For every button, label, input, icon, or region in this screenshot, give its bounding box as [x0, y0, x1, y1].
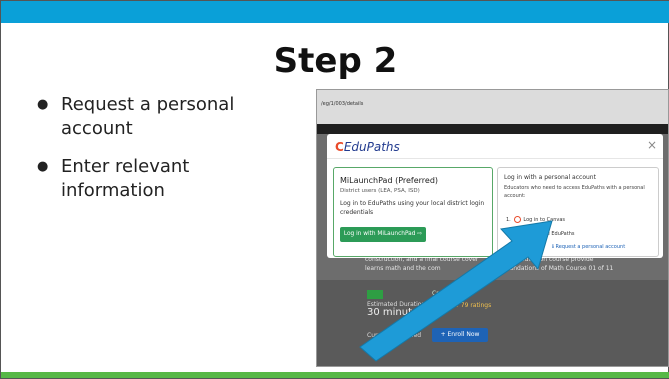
- check-badge-icon: [367, 290, 383, 299]
- edupaths-logo-icon: C: [335, 140, 344, 154]
- duration-value: 30 minutes: [367, 307, 424, 318]
- url-bar[interactable]: /eg/1/003/details: [321, 101, 363, 107]
- top-accent-bar: [1, 1, 669, 23]
- milaunchpad-heading: MiLaunchPad (Preferred): [340, 176, 439, 185]
- browser-chrome: /eg/1/003/details: [317, 90, 668, 124]
- milaunchpad-card: MiLaunchPad (Preferred) District users (…: [333, 167, 493, 257]
- option-login-canvas[interactable]: 1. Log in to Canvas: [506, 216, 565, 223]
- plus-icon: +: [440, 331, 448, 338]
- enrolled-label: Currently Enrolled: [367, 332, 422, 339]
- embedded-screenshot: /eg/1/003/details construction, and a fi…: [316, 89, 669, 367]
- close-icon[interactable]: ×: [647, 138, 657, 152]
- slide: Step 2 Request a personal account Enter …: [0, 0, 669, 379]
- ratings: ★★★★★ 79 ratings: [432, 302, 492, 309]
- bullet-item: Request a personal account: [37, 93, 287, 141]
- edupaths-icon: C: [512, 231, 517, 237]
- course-info-card: Estimated Duration 30 minutes Credit Eli…: [317, 280, 668, 366]
- login-milaunchpad-button[interactable]: Log in with MiLaunchPad ⇨: [340, 227, 426, 242]
- credit-eligible: Credit Eligible: [432, 290, 474, 297]
- enrolled-count: 257: [367, 340, 387, 351]
- bottom-accent-bar: [1, 372, 669, 378]
- edupaths-logo: CEduPaths: [335, 140, 400, 154]
- request-personal-account-link[interactable]: ℹ Request a personal account: [552, 244, 625, 250]
- modal-divider: [327, 158, 663, 159]
- canvas-icon: [514, 216, 522, 223]
- personal-account-card: Log in with a personal account Educators…: [497, 167, 659, 257]
- enroll-now-button[interactable]: + Enroll Now: [432, 328, 488, 342]
- option-authenticate-edupaths[interactable]: 2. C Authenticate EduPaths: [506, 231, 574, 237]
- personal-description: Educators who need to access EduPaths wi…: [504, 185, 645, 199]
- bullet-list: Request a personal account Enter relevan…: [37, 93, 287, 217]
- site-header: [317, 124, 668, 134]
- milaunchpad-description: Log in to EduPaths using your local dist…: [340, 200, 485, 216]
- bullet-item: Enter relevant information: [37, 155, 287, 203]
- login-arrow-icon: ⇨: [417, 231, 423, 237]
- login-modal: CEduPaths × MiLaunchPad (Preferred) Dist…: [327, 134, 663, 258]
- slide-title: Step 2: [273, 41, 398, 81]
- milaunchpad-subtext: District users (LEA, PSA, ISD): [340, 188, 420, 194]
- personal-heading: Log in with a personal account: [504, 174, 596, 181]
